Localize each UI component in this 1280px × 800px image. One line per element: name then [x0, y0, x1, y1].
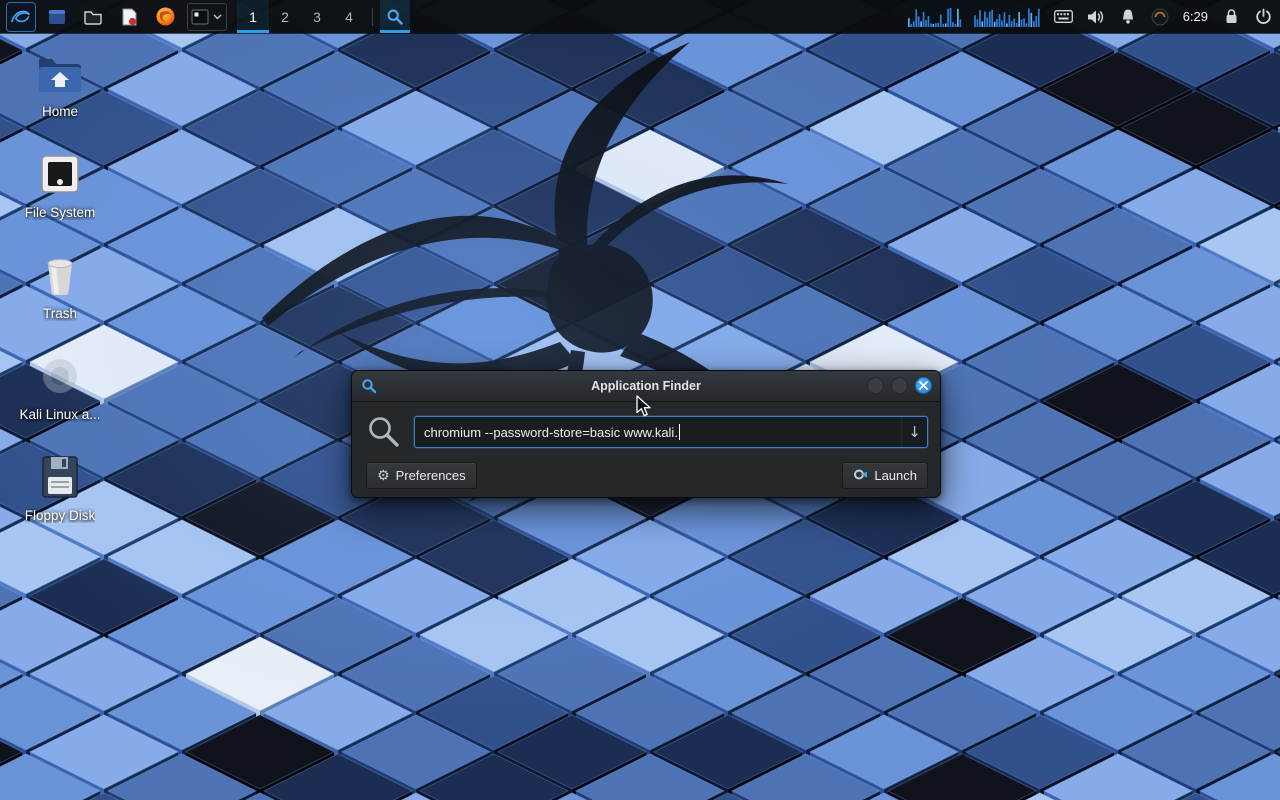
kali-menu-button[interactable] [6, 2, 36, 32]
application-finder-window: Application Finder [351, 370, 941, 498]
search-icon [366, 414, 402, 450]
clock[interactable]: 6:29 [1181, 9, 1210, 24]
desktop-icon-label: Home [42, 104, 78, 119]
chevron-down-icon[interactable] [210, 4, 224, 30]
window-controls [867, 377, 932, 394]
workspace-switcher: 1 2 3 4 [237, 0, 365, 33]
desktop-icon-trash[interactable]: Trash [10, 250, 110, 321]
document-icon [119, 7, 139, 27]
desktop-icon-file-system[interactable]: File System [10, 149, 110, 220]
titlebar[interactable]: Application Finder [352, 371, 940, 402]
text-caret [679, 424, 680, 440]
launch-label: Launch [874, 468, 917, 483]
window-icon [47, 7, 67, 27]
desktop-icon-label: Kali Linux a... [19, 407, 100, 422]
power-icon[interactable] [1252, 6, 1274, 28]
volume-icon[interactable] [1085, 6, 1107, 28]
audio-visualizer [908, 6, 1043, 28]
text-editor-button[interactable] [114, 2, 144, 32]
desktop-icon-label: File System [25, 205, 96, 220]
desktop-icon-floppy-disk[interactable]: Floppy Disk [10, 452, 110, 523]
workspace-4[interactable]: 4 [333, 0, 365, 33]
trash-icon [35, 250, 85, 300]
kali-logo-icon [9, 5, 33, 29]
minimize-button[interactable] [867, 377, 884, 394]
floppy-disk-icon [35, 452, 85, 502]
desktop-icon-kali-linux[interactable]: Kali Linux a... [10, 351, 110, 422]
preferences-label: Preferences [396, 468, 466, 483]
close-button[interactable] [915, 377, 932, 394]
launch-button[interactable]: Launch [842, 462, 928, 489]
desktop-icon-home[interactable]: Home [10, 48, 110, 119]
notification-bell-icon[interactable] [1117, 6, 1139, 28]
application-finder-task[interactable] [380, 0, 410, 33]
maximize-button[interactable] [891, 377, 908, 394]
workspace-1[interactable]: 1 [237, 0, 269, 33]
desktop-screen: Home File System Trash [0, 0, 1280, 800]
firefox-icon [155, 6, 176, 27]
desktop-icon-label: Trash [43, 306, 77, 321]
home-folder-icon [35, 48, 85, 98]
file-system-icon [35, 149, 85, 199]
gear-icon: ⚙ [377, 469, 390, 483]
terminal-launcher[interactable] [187, 3, 227, 31]
firefox-button[interactable] [150, 2, 180, 32]
lock-icon[interactable] [1220, 6, 1242, 28]
desktop-icon-label: Floppy Disk [25, 508, 96, 523]
preferences-button[interactable]: ⚙ Preferences [366, 462, 477, 489]
terminal-icon [190, 7, 210, 27]
status-indicator-icon[interactable] [1149, 6, 1171, 28]
arrow-down-icon: ↓ [908, 423, 921, 441]
keyboard-icon[interactable] [1053, 6, 1075, 28]
window-title: Application Finder [352, 379, 940, 393]
command-input[interactable]: chromium --password-store=basic www.kali… [414, 416, 928, 448]
workspace-3[interactable]: 3 [301, 0, 333, 33]
show-desktop-button[interactable] [42, 2, 72, 32]
command-text: chromium --password-store=basic www.kali… [424, 425, 678, 440]
finder-task-icon [386, 8, 404, 26]
close-icon [919, 381, 928, 390]
kali-package-icon [35, 351, 85, 401]
folder-icon [83, 7, 103, 27]
panel-separator [372, 8, 373, 26]
launch-icon [853, 467, 868, 485]
desktop-icon-list: Home File System Trash [10, 48, 110, 523]
finder-window-icon [361, 378, 377, 394]
top-panel: 1 2 3 4 [0, 0, 1280, 33]
file-manager-button[interactable] [78, 2, 108, 32]
history-dropdown-button[interactable]: ↓ [901, 417, 927, 447]
finder-body: chromium --password-store=basic www.kali… [352, 402, 940, 501]
workspace-2[interactable]: 2 [269, 0, 301, 33]
